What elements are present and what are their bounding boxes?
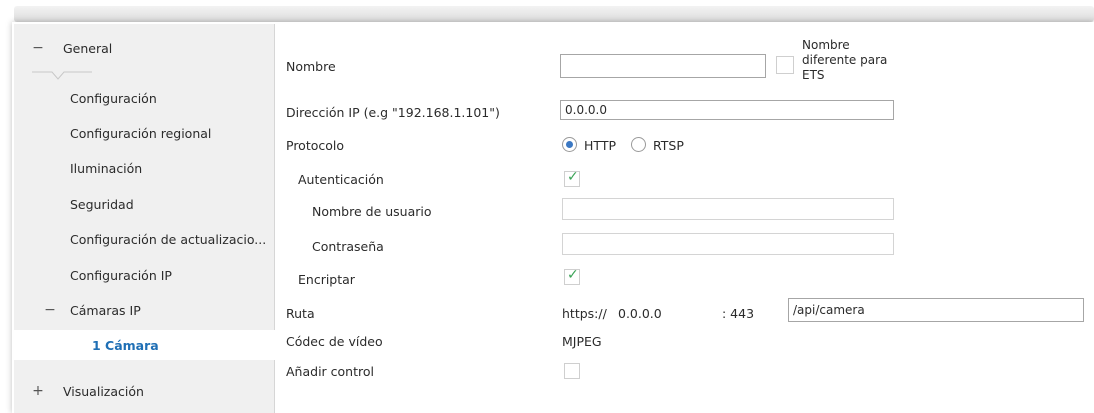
- ip-input[interactable]: [560, 100, 894, 120]
- encrypt-label: Encriptar: [298, 272, 355, 287]
- ets-name-label: Nombre diferente para ETS: [802, 38, 888, 82]
- sidebar-item-label: Configuración regional: [70, 125, 212, 141]
- auth-checkbox[interactable]: ✓: [564, 169, 580, 187]
- sidebar-group-label: Cámaras IP: [70, 302, 141, 318]
- route-host: 0.0.0.0: [618, 306, 662, 321]
- sidebar-item-camara-1[interactable]: 1 Cámara: [14, 330, 275, 360]
- window-title-bar: [14, 6, 1094, 22]
- nombre-input[interactable]: [560, 54, 766, 78]
- sidebar-group-general[interactable]: − General: [14, 33, 274, 63]
- protocol-http-radio[interactable]: [562, 137, 577, 152]
- codec-value: MJPEG: [562, 334, 602, 349]
- add-control-label: Añadir control: [286, 364, 374, 379]
- username-input[interactable]: [562, 198, 894, 220]
- codec-label: Códec de vídeo: [286, 334, 383, 349]
- sidebar-item-label: Configuración: [70, 90, 157, 106]
- protocol-rtsp-radio[interactable]: [631, 137, 646, 152]
- collapse-icon[interactable]: −: [32, 40, 44, 56]
- nombre-label: Nombre: [286, 59, 336, 74]
- sidebar-item-configuracion[interactable]: Configuración: [14, 83, 274, 113]
- protocol-http-label: HTTP: [584, 138, 616, 153]
- route-scheme: https://: [562, 306, 607, 321]
- sidebar-group-label: General: [63, 40, 113, 56]
- ip-label: Dirección IP (e.g "192.168.1.101"): [286, 105, 500, 120]
- collapse-icon[interactable]: −: [44, 302, 56, 318]
- ets-name-checkbox[interactable]: [776, 56, 794, 74]
- route-port: : 443: [722, 306, 755, 321]
- sidebar-group-visualizacion[interactable]: + Visualización: [14, 376, 274, 406]
- sidebar-item-label: Iluminación: [70, 160, 143, 176]
- sidebar-item-label: Seguridad: [70, 196, 134, 212]
- sidebar-item-actualizacion[interactable]: Configuración de actualizacio...: [14, 224, 274, 254]
- sidebar: − General Configuración Configuración re…: [14, 24, 275, 413]
- sidebar-item-label: Configuración IP: [70, 267, 172, 283]
- username-label: Nombre de usuario: [312, 204, 432, 219]
- checkmark-icon: ✓: [567, 169, 579, 185]
- tree-divider: [32, 71, 92, 80]
- route-label: Ruta: [286, 306, 315, 321]
- camera-settings-form: Nombre Nombre diferente para ETS Direcci…: [274, 24, 1094, 413]
- sidebar-item-label: 1 Cámara: [92, 337, 159, 353]
- protocol-label: Protocolo: [286, 138, 345, 153]
- expand-icon[interactable]: +: [32, 383, 44, 399]
- sidebar-item-configuracion-ip[interactable]: Configuración IP: [14, 260, 274, 290]
- checkmark-icon: ✓: [567, 267, 579, 283]
- sidebar-item-seguridad[interactable]: Seguridad: [14, 189, 274, 219]
- sidebar-group-label: Visualización: [63, 383, 144, 399]
- sidebar-group-camaras-ip[interactable]: − Cámaras IP: [14, 295, 274, 325]
- auth-label: Autenticación: [298, 172, 384, 187]
- sidebar-item-configuracion-regional[interactable]: Configuración regional: [14, 118, 274, 148]
- password-input[interactable]: [562, 233, 894, 255]
- add-control-checkbox[interactable]: [564, 363, 580, 379]
- password-label: Contraseña: [312, 239, 384, 254]
- protocol-rtsp-label: RTSP: [653, 138, 684, 153]
- sidebar-item-label: Configuración de actualizacio...: [70, 231, 267, 247]
- sidebar-item-iluminacion[interactable]: Iluminación: [14, 153, 274, 183]
- route-path-input[interactable]: [788, 298, 1084, 322]
- encrypt-checkbox[interactable]: ✓: [564, 267, 580, 285]
